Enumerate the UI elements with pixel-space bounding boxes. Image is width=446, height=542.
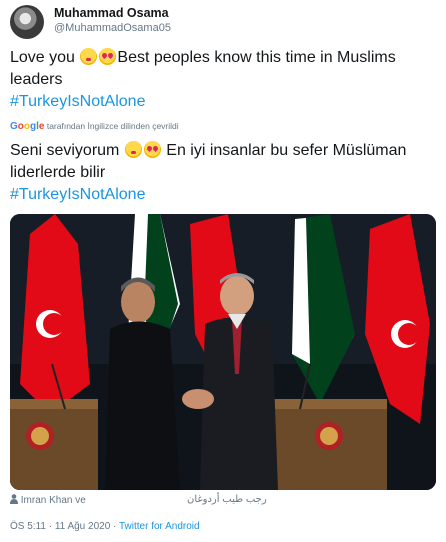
podium-left bbox=[10, 399, 98, 490]
tweet-photo[interactable] bbox=[10, 214, 436, 490]
tweet-text-part1: Love you bbox=[10, 49, 75, 66]
kiss-emoji-icon bbox=[80, 48, 98, 65]
hashtag-link[interactable]: #TurkeyIsNotAlone bbox=[10, 93, 145, 110]
translated-part2: En iyi insanlar bu sefer Müslüman bbox=[166, 142, 407, 159]
heart-eyes-emoji-icon bbox=[99, 48, 117, 65]
photo-tags[interactable]: Imran Khan ve رجب طيب أردوغان bbox=[10, 494, 436, 506]
timestamp[interactable]: ÖS 5:11 · 11 Ağu 2020 · bbox=[10, 521, 116, 532]
tweet-header: Muhammad Osama @MuhammadOsama05 bbox=[10, 3, 436, 43]
avatar[interactable] bbox=[10, 5, 44, 39]
translated-part3: liderlerde bilir bbox=[10, 164, 106, 181]
tweet-text-part2: Best peoples know this time in Muslims bbox=[117, 49, 396, 66]
google-logo: Google bbox=[10, 121, 45, 132]
translation-text: tarafından İngilizce dilinden çevrildi bbox=[46, 121, 179, 131]
photo-illustration bbox=[10, 214, 436, 490]
tweet-metadata: ÖS 5:11 · 11 Ağu 2020 · Twitter for Andr… bbox=[10, 521, 200, 532]
tweet-text-part3: leaders bbox=[10, 71, 63, 88]
author-name[interactable]: Muhammad Osama bbox=[54, 6, 169, 20]
translated-part1: Seni seviyorum bbox=[10, 142, 120, 159]
translated-hashtag[interactable]: #TurkeyIsNotAlone bbox=[10, 186, 145, 203]
tweet-text: Love you Best peoples know this time in … bbox=[10, 47, 436, 113]
photo-tags-text: Imran Khan ve bbox=[20, 495, 86, 506]
heart-eyes-emoji-icon bbox=[143, 141, 161, 158]
handshake bbox=[182, 389, 214, 409]
kiss-emoji-icon bbox=[124, 141, 142, 158]
translated-text: Seni seviyorum En iyi insanlar bu sefer … bbox=[10, 140, 436, 206]
client-link[interactable]: Twitter for Android bbox=[119, 521, 200, 532]
person-icon bbox=[10, 494, 18, 504]
author-handle[interactable]: @MuhammadOsama05 bbox=[54, 22, 171, 34]
photo-tags-arabic: رجب طيب أردوغان bbox=[187, 494, 267, 505]
translation-note[interactable]: Google tarafından İngilizce dilinden çev… bbox=[10, 121, 179, 132]
